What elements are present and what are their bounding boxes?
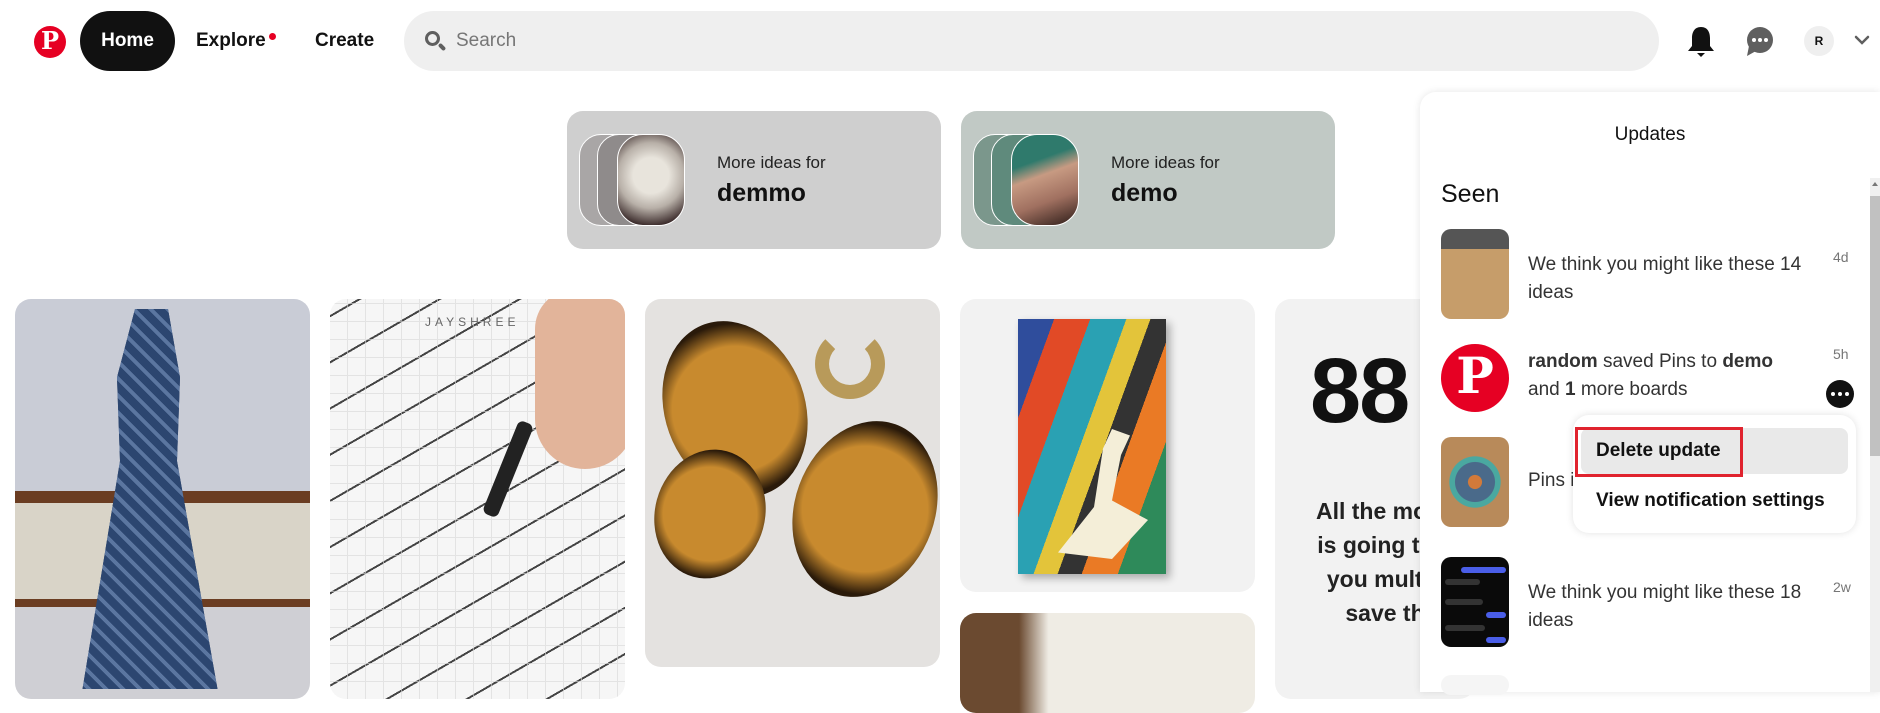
notification-thumbnail: [1441, 229, 1509, 319]
notification-thumbnail: [1441, 675, 1509, 695]
notification-text: We think you might like these 18 ideas: [1528, 582, 1802, 631]
nav-explore-button[interactable]: Explore: [196, 11, 276, 71]
pinterest-logo-icon[interactable]: P: [34, 26, 66, 58]
idea-card-subtitle: More ideas for: [717, 152, 826, 172]
search-bar[interactable]: [404, 11, 1659, 71]
account-chevron-down-icon[interactable]: [1852, 30, 1872, 50]
seen-section-heading: Seen: [1441, 180, 1500, 208]
user-avatar[interactable]: R: [1804, 26, 1834, 56]
updates-scrollbar[interactable]: [1870, 178, 1880, 692]
idea-card-title: demo: [1111, 178, 1178, 207]
scrollbar-thumb[interactable]: [1870, 196, 1880, 456]
messages-chat-icon[interactable]: [1743, 24, 1777, 60]
nav-create-label: Create: [315, 30, 375, 51]
notification-time: 5h: [1833, 346, 1849, 362]
notifications-bell-icon[interactable]: [1684, 24, 1718, 60]
idea-card-subtitle: More ideas for: [1111, 152, 1220, 172]
annotation-highlight-box: [1575, 427, 1743, 477]
notification-time: 4d: [1833, 249, 1849, 265]
pin-notebook-image[interactable]: JAYSHREE: [330, 299, 625, 699]
pin-swan-painting-image[interactable]: [960, 299, 1255, 592]
pin-leather-image[interactable]: [960, 613, 1255, 713]
nav-home-label: Home: [101, 30, 154, 51]
top-nav-bar: P Home Explore Create R: [0, 0, 1880, 84]
pin-watermark: JAYSHREE: [425, 315, 520, 329]
notification-time: 2w: [1833, 579, 1851, 595]
notification-text: random saved Pins to demo and 1 more boa…: [1528, 351, 1773, 400]
notification-thumbnail: [1441, 437, 1509, 527]
notification-thumbnail: [1441, 557, 1509, 647]
updates-panel: Updates Seen We think you might like the…: [1420, 92, 1880, 695]
board-thumbnail-stack: [577, 130, 697, 230]
board-thumbnail-stack: [971, 130, 1091, 230]
nav-home-button[interactable]: Home: [80, 11, 175, 71]
more-ideas-card[interactable]: More ideas for demmo: [567, 111, 941, 249]
search-icon: [424, 30, 447, 52]
pinterest-avatar-icon: P: [1441, 344, 1509, 412]
updates-panel-title: Updates: [1614, 124, 1686, 145]
new-content-dot-icon: [268, 33, 276, 40]
scroll-up-arrow-icon[interactable]: [1872, 182, 1878, 186]
pin-dress-image[interactable]: [15, 299, 310, 699]
idea-card-title: demmo: [717, 178, 806, 207]
more-ideas-card[interactable]: More ideas for demo: [961, 111, 1335, 249]
notification-more-options-button[interactable]: [1826, 380, 1854, 408]
notification-text: We think you might like these 14 ideas: [1528, 254, 1802, 303]
search-input[interactable]: [456, 30, 1606, 52]
pin-butterfly-image[interactable]: [645, 299, 940, 667]
nav-explore-label: Explore: [196, 30, 266, 51]
pin-text-number: 88: [1310, 340, 1410, 442]
view-notification-settings-menu-item[interactable]: View notification settings: [1581, 478, 1848, 524]
nav-create-button[interactable]: Create: [315, 11, 374, 71]
